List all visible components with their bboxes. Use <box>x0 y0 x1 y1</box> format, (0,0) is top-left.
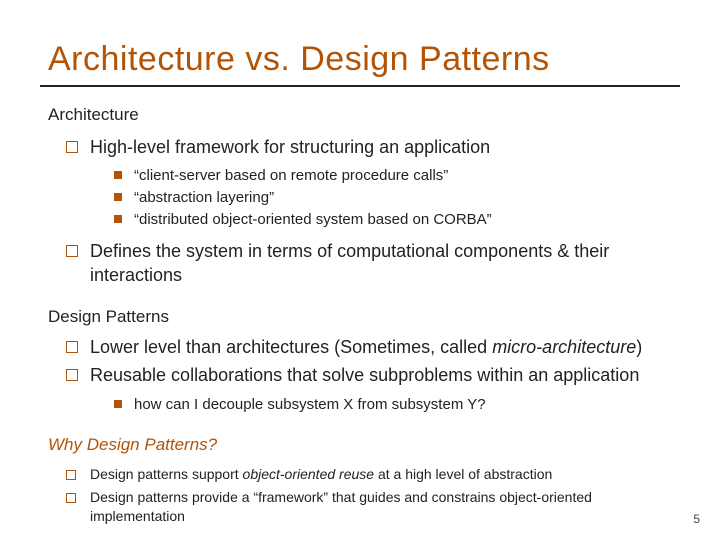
list-item: Defines the system in terms of computati… <box>66 239 672 288</box>
list-item-text-pre: Design patterns support <box>90 466 243 482</box>
list-item-text: “abstraction layering” <box>134 189 274 206</box>
list-item-text-post: ) <box>636 337 642 357</box>
list-item: Design patterns support object-oriented … <box>66 465 672 484</box>
list-item-text: Defines the system in terms of computati… <box>90 241 609 285</box>
title-rule <box>40 85 680 87</box>
list-item-text: Design patterns provide a “framework” th… <box>90 489 592 524</box>
list-item: High-level framework for structuring an … <box>66 135 672 231</box>
list-item-text: how can I decouple subsystem X from subs… <box>134 396 486 413</box>
list-item: how can I decouple subsystem X from subs… <box>114 394 672 416</box>
list-item-text: High-level framework for structuring an … <box>90 137 490 157</box>
list-item-text: “distributed object-oriented system base… <box>134 211 492 228</box>
arch-sublist: “client-server based on remote procedure… <box>114 165 672 230</box>
list-item-text-italic: object-oriented reuse <box>243 466 375 482</box>
list-item: “distributed object-oriented system base… <box>114 209 672 231</box>
section-why-label: Why Design Patterns? <box>48 435 672 455</box>
dp-list: Lower level than architectures (Sometime… <box>66 335 672 415</box>
list-item: Lower level than architectures (Sometime… <box>66 335 672 359</box>
why-list: Design patterns support object-oriented … <box>66 465 672 526</box>
list-item-text: Reusable collaborations that solve subpr… <box>90 365 639 385</box>
slide: Architecture vs. Design Patterns Archite… <box>0 0 720 540</box>
dp-sublist: how can I decouple subsystem X from subs… <box>114 394 672 416</box>
list-item: Design patterns provide a “framework” th… <box>66 488 672 526</box>
arch-list: High-level framework for structuring an … <box>66 135 672 287</box>
list-item: “abstraction layering” <box>114 187 672 209</box>
section-architecture-label: Architecture <box>48 105 672 125</box>
list-item: Reusable collaborations that solve subpr… <box>66 363 672 415</box>
section-design-patterns-label: Design Patterns <box>48 307 672 327</box>
list-item-text: “client-server based on remote procedure… <box>134 167 448 184</box>
list-item: “client-server based on remote procedure… <box>114 165 672 187</box>
page-title: Architecture vs. Design Patterns <box>48 40 672 79</box>
list-item-text-pre: Lower level than architectures (Sometime… <box>90 337 492 357</box>
list-item-text-post: at a high level of abstraction <box>374 466 552 482</box>
page-number: 5 <box>693 512 700 526</box>
list-item-text-italic: micro-architecture <box>492 337 636 357</box>
